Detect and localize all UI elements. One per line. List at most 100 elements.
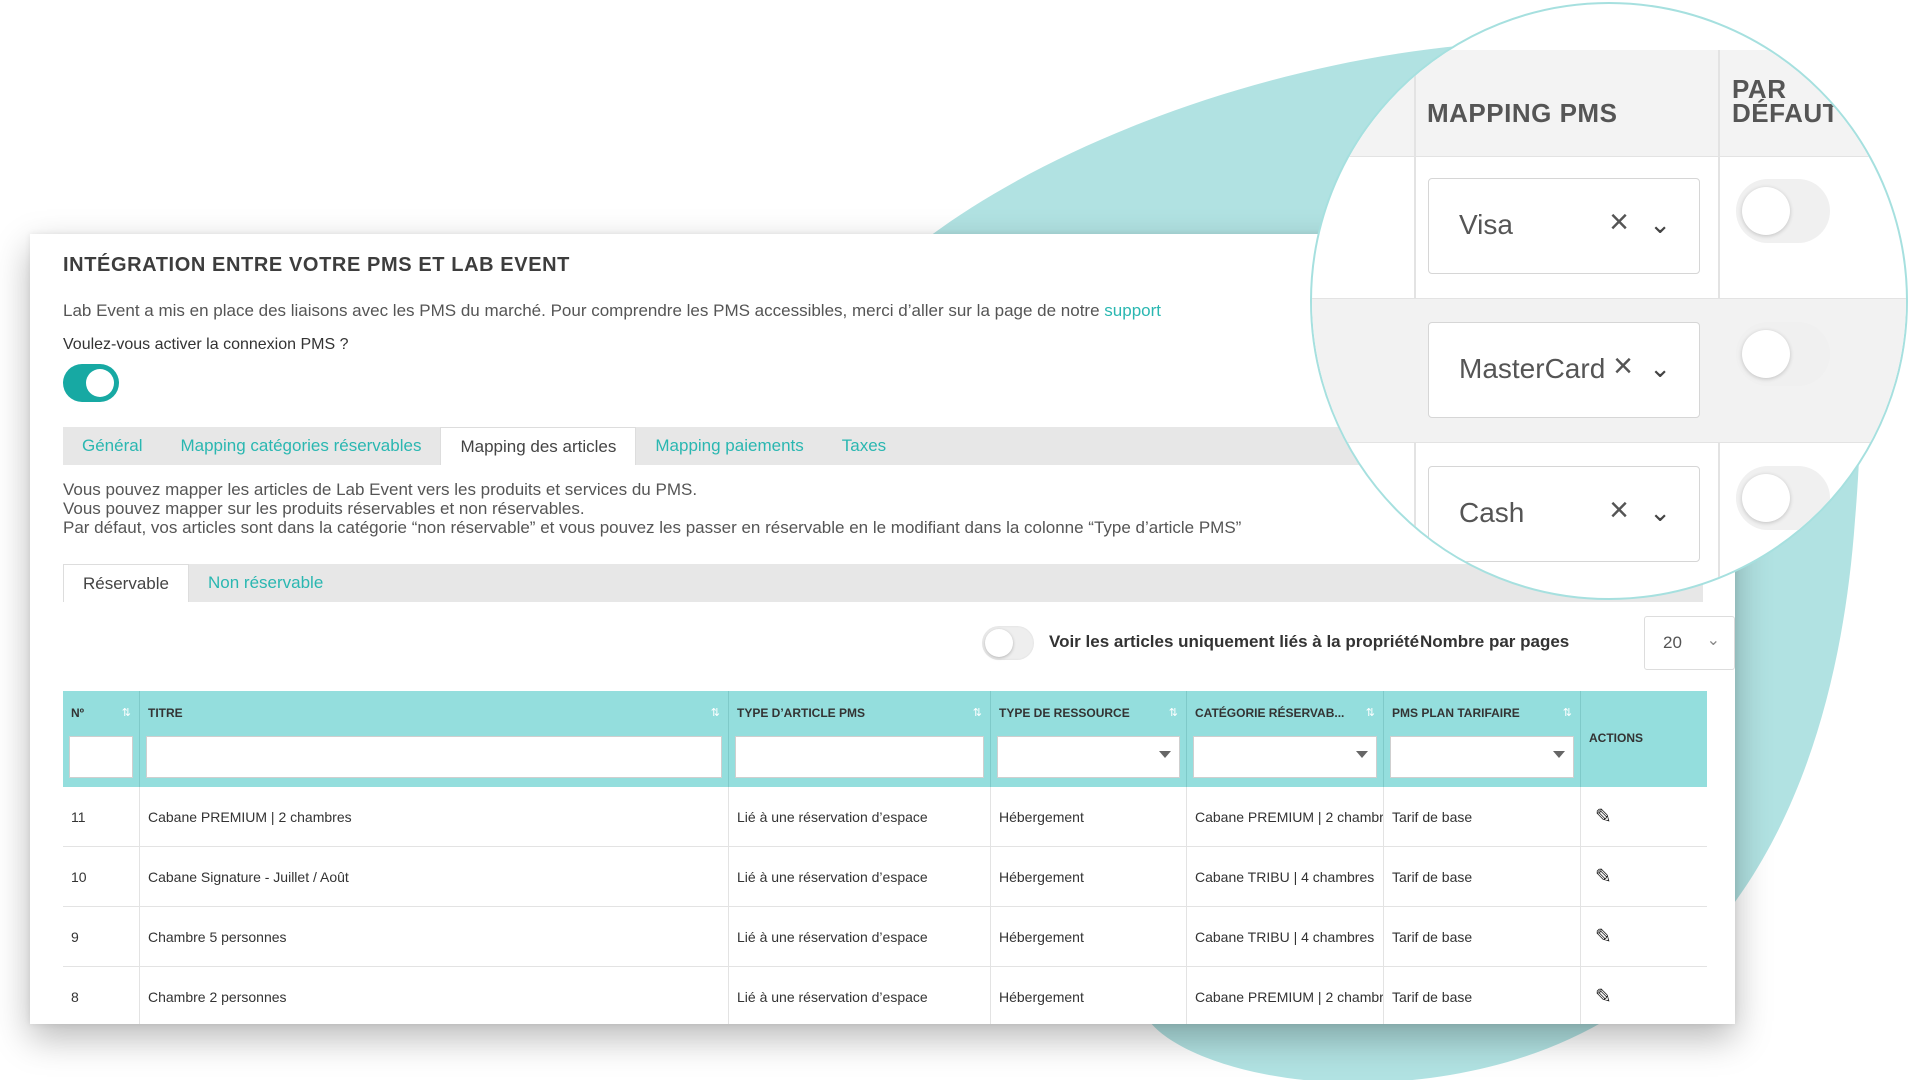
table-row: 8 Chambre 2 personnes Lié à une réservat… — [63, 967, 1707, 1024]
caret-down-icon — [1159, 751, 1171, 758]
cell-article-type: Lié à une réservation d’espace — [729, 847, 991, 907]
default-toggle-cash[interactable] — [1736, 466, 1830, 530]
caret-down-icon — [1356, 751, 1368, 758]
per-page-select[interactable]: 20 ⌄ — [1644, 616, 1735, 670]
toggle-knob — [1742, 330, 1790, 378]
description-line: Vous pouvez mapper sur les produits rése… — [63, 499, 585, 518]
sort-icon[interactable]: ⇅ — [973, 706, 982, 719]
payment-mapping-select-cash[interactable]: Cash × ⌄ — [1428, 466, 1700, 562]
screenshot-stage: INTÉGRATION ENTRE VOTRE PMS ET LAB EVENT… — [0, 0, 1920, 1080]
column-rate-plan: PMS PLAN TARIFAIRE ⇅ — [1384, 691, 1581, 787]
cell-title: Chambre 5 personnes — [140, 907, 729, 967]
intro-text: Lab Event a mis en place des liaisons av… — [63, 301, 1161, 321]
tab-reservable[interactable]: Réservable — [63, 564, 189, 602]
column-number: Nº ⇅ — [63, 691, 140, 787]
column-label: TYPE D’ARTICLE PMS — [737, 706, 866, 720]
default-toggle-mastercard[interactable] — [1736, 322, 1830, 386]
column-resource-type: TYPE DE RESSOURCE ⇅ — [991, 691, 1187, 787]
pencil-icon[interactable]: ✎ — [1581, 907, 1707, 967]
cell-resource-type: Hébergement — [991, 907, 1187, 967]
row-divider — [1312, 442, 1906, 443]
cell-title: Cabane PREMIUM | 2 chambres — [140, 787, 729, 847]
caret-down-icon — [1553, 751, 1565, 758]
cell-number: 9 — [63, 907, 140, 967]
column-label: TYPE DE RESSOURCE — [999, 706, 1130, 720]
sort-icon[interactable]: ⇅ — [1169, 706, 1178, 719]
pencil-icon[interactable]: ✎ — [1581, 787, 1707, 847]
filter-number-input[interactable] — [69, 736, 133, 778]
cell-number: 11 — [63, 787, 140, 847]
cell-category: Cabane TRIBU | 4 chambres — [1187, 847, 1384, 907]
cell-rate-plan: Tarif de base — [1384, 847, 1581, 907]
description-line: Vous pouvez mapper les articles de Lab E… — [63, 480, 698, 499]
toggle-knob — [985, 629, 1013, 657]
pms-connection-toggle[interactable] — [63, 364, 119, 402]
select-value: Visa — [1459, 209, 1513, 240]
column-category: CATÉGORIE RÉSERVAB... ⇅ — [1187, 691, 1384, 787]
sort-icon[interactable]: ⇅ — [122, 706, 131, 719]
select-value: MasterCard — [1459, 353, 1606, 384]
mapping-description: Vous pouvez mapper les articles de Lab E… — [63, 480, 1241, 537]
cell-rate-plan: Tarif de base — [1384, 787, 1581, 847]
sort-icon[interactable]: ⇅ — [711, 706, 720, 719]
articles-table: Nº ⇅ TITRE ⇅ TYPE D’ARTICLE PMS ⇅ TYPE D… — [63, 691, 1707, 1024]
cell-rate-plan: Tarif de base — [1384, 907, 1581, 967]
sort-icon[interactable]: ⇅ — [1366, 706, 1375, 719]
x-icon[interactable]: × — [1609, 203, 1629, 242]
filter-article-type-input[interactable] — [735, 736, 984, 778]
cell-article-type: Lié à une réservation d’espace — [729, 907, 991, 967]
cell-resource-type: Hébergement — [991, 847, 1187, 907]
cell-category: Cabane PREMIUM | 2 chambres — [1187, 787, 1384, 847]
table-row: 11 Cabane PREMIUM | 2 chambres Lié à une… — [63, 787, 1707, 847]
tab-general[interactable]: Général — [63, 427, 161, 465]
table-controls: Voir les articles uniquement liés à la p… — [950, 616, 1735, 670]
column-label: TITRE — [148, 706, 183, 720]
payment-mapping-select-mastercard[interactable]: MasterCard × ⌄ — [1428, 322, 1700, 418]
toggle-knob — [86, 369, 114, 397]
row-divider — [1312, 156, 1906, 157]
tab-mapping-paiements[interactable]: Mapping paiements — [636, 427, 822, 465]
cell-category: Cabane PREMIUM | 2 chambres — [1187, 967, 1384, 1024]
filter-resource-type-select[interactable] — [997, 736, 1180, 778]
cell-resource-type: Hébergement — [991, 787, 1187, 847]
cell-number: 10 — [63, 847, 140, 907]
chevron-down-icon[interactable]: ⌄ — [1649, 497, 1671, 528]
pencil-icon[interactable]: ✎ — [1581, 967, 1707, 1024]
sort-icon[interactable]: ⇅ — [1563, 706, 1572, 719]
chevron-down-icon[interactable]: ⌄ — [1649, 209, 1671, 240]
default-header-line2: DÉFAUT — [1732, 98, 1839, 128]
payment-mapping-select-visa[interactable]: Visa × ⌄ — [1428, 178, 1700, 274]
default-toggle-visa[interactable] — [1736, 179, 1830, 243]
x-icon[interactable]: × — [1609, 491, 1629, 530]
cell-number: 8 — [63, 967, 140, 1024]
per-page-value: 20 — [1663, 633, 1682, 652]
cell-category: Cabane TRIBU | 4 chambres — [1187, 907, 1384, 967]
filter-category-select[interactable] — [1193, 736, 1377, 778]
chevron-down-icon: ⌄ — [1706, 632, 1720, 649]
filter-rate-plan-select[interactable] — [1390, 736, 1574, 778]
select-value: Cash — [1459, 497, 1525, 528]
cell-article-type: Lié à une réservation d’espace — [729, 787, 991, 847]
table-row: 9 Chambre 5 personnes Lié à une réservat… — [63, 907, 1707, 967]
filter-title-input[interactable] — [146, 736, 722, 778]
associated-only-toggle[interactable] — [982, 626, 1034, 660]
mapping-pms-header: MAPPING PMS — [1427, 98, 1618, 128]
toggle-knob — [1742, 187, 1790, 235]
table-header: Nº ⇅ TITRE ⇅ TYPE D’ARTICLE PMS ⇅ TYPE D… — [63, 691, 1707, 787]
pencil-icon[interactable]: ✎ — [1581, 847, 1707, 907]
column-actions: ACTIONS — [1581, 691, 1707, 787]
tab-taxes[interactable]: Taxes — [823, 427, 905, 465]
tab-mapping-categories[interactable]: Mapping catégories réservables — [161, 427, 440, 465]
support-link[interactable]: support — [1104, 301, 1161, 320]
column-title: TITRE ⇅ — [140, 691, 729, 787]
pms-question: Voulez-vous activer la connexion PMS ? — [63, 336, 349, 353]
chevron-down-icon[interactable]: ⌄ — [1649, 353, 1671, 384]
x-icon[interactable]: × — [1613, 347, 1633, 386]
column-label: Nº — [71, 706, 85, 720]
tab-mapping-articles[interactable]: Mapping des articles — [440, 427, 637, 465]
column-label: ACTIONS — [1589, 731, 1643, 745]
tab-non-reservable[interactable]: Non réservable — [189, 564, 342, 602]
column-label: PMS PLAN TARIFAIRE — [1392, 706, 1520, 720]
column-article-type: TYPE D’ARTICLE PMS ⇅ — [729, 691, 991, 787]
per-page-label: Nombre par pages — [1420, 632, 1570, 651]
